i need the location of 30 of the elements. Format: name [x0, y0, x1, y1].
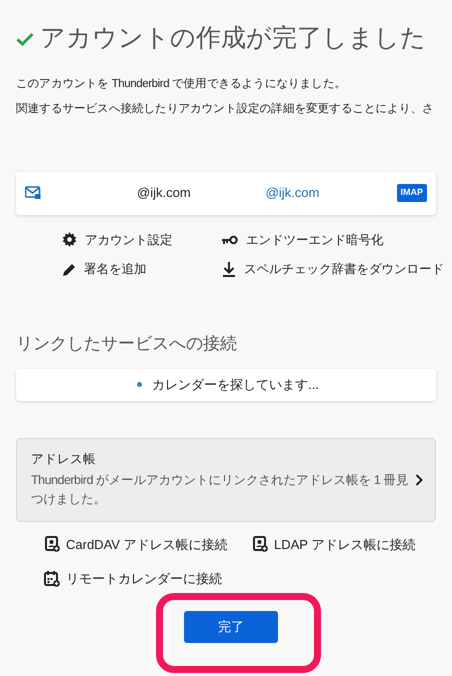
key-icon [222, 234, 238, 245]
status-text: カレンダーを探しています... [152, 376, 319, 394]
spinner-icon [137, 382, 142, 387]
intro-text: このアカウントを Thunderbird で使用できるようになりました。 [16, 76, 347, 92]
account-action-link[interactable]: アカウント設定 [62, 230, 222, 250]
email-address: @ijk.com [137, 184, 191, 202]
calendar-icon [44, 570, 60, 587]
mail-lock-icon [25, 186, 41, 200]
download-icon [222, 262, 236, 278]
intro-text: 関連するサービスへ接続したりアカウント設定の詳細を変更することにより、さ [16, 101, 435, 116]
done-button[interactable]: 完了 [184, 610, 278, 642]
gear-icon [62, 232, 77, 248]
connect-link[interactable]: CardDAV アドレス帳に接続 [44, 534, 252, 554]
account-action-link[interactable]: スペルチェック辞書をダウンロード [222, 260, 444, 279]
protocol-badge: IMAP [396, 184, 427, 202]
connect-link[interactable]: リモートカレンダーに接続 [44, 569, 252, 588]
pencil-icon [62, 262, 76, 277]
connect-link[interactable]: LDAP アドレス帳に接続 [252, 534, 436, 554]
account-action-link[interactable]: 署名を追加 [62, 260, 222, 279]
section-heading: リンクしたサービスへの接続 [16, 333, 238, 355]
email-address: @ijk.com [266, 184, 320, 202]
account-action-link[interactable]: エンドツーエンド暗号化 [222, 230, 444, 250]
address-book-card[interactable]: アドレス帳 Thunderbird がメールアカウントにリンクされたアドレス帳を 1 冊見つけました。 [16, 438, 436, 522]
card-description: Thunderbird がメールアカウントにリンクされたアドレス帳を 1 冊見つけました。 [31, 472, 410, 508]
address-book-icon [252, 536, 268, 552]
check-icon [16, 32, 34, 46]
page-title: アカウントの作成が完了しました [40, 23, 426, 54]
address-book-icon [44, 536, 60, 552]
chevron-right-icon [415, 474, 423, 486]
card-title: アドレス帳 [31, 451, 97, 468]
